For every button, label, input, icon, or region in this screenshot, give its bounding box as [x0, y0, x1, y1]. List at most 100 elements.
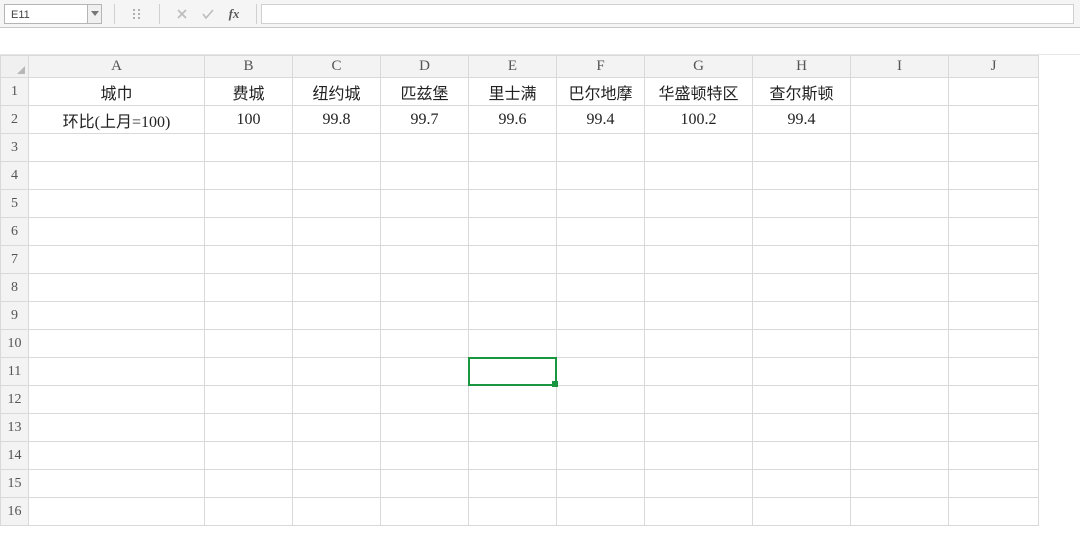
row-header-11[interactable]: 11 [1, 358, 29, 386]
column-header-E[interactable]: E [469, 56, 557, 78]
cell-E1[interactable]: 里士满 [469, 78, 557, 106]
row-header-1[interactable]: 1 [1, 78, 29, 106]
cell-J6[interactable] [949, 218, 1039, 246]
cell-A15[interactable] [29, 470, 205, 498]
row-header-4[interactable]: 4 [1, 162, 29, 190]
cell-H8[interactable] [753, 274, 851, 302]
cell-D12[interactable] [381, 386, 469, 414]
cell-I1[interactable] [851, 78, 949, 106]
cell-G4[interactable] [645, 162, 753, 190]
row-header-3[interactable]: 3 [1, 134, 29, 162]
cell-F14[interactable] [557, 442, 645, 470]
cell-D6[interactable] [381, 218, 469, 246]
row-header-13[interactable]: 13 [1, 414, 29, 442]
cell-A6[interactable] [29, 218, 205, 246]
cell-B9[interactable] [205, 302, 293, 330]
cell-F5[interactable] [557, 190, 645, 218]
cell-J4[interactable] [949, 162, 1039, 190]
cell-A7[interactable] [29, 246, 205, 274]
cell-G8[interactable] [645, 274, 753, 302]
cell-A3[interactable] [29, 134, 205, 162]
row-header-7[interactable]: 7 [1, 246, 29, 274]
row-header-6[interactable]: 6 [1, 218, 29, 246]
cell-B3[interactable] [205, 134, 293, 162]
cell-J15[interactable] [949, 470, 1039, 498]
cell-J2[interactable] [949, 106, 1039, 134]
cell-H5[interactable] [753, 190, 851, 218]
cell-E2[interactable]: 99.6 [469, 106, 557, 134]
cell-I5[interactable] [851, 190, 949, 218]
cell-I6[interactable] [851, 218, 949, 246]
cell-E13[interactable] [469, 414, 557, 442]
cell-G12[interactable] [645, 386, 753, 414]
cell-B14[interactable] [205, 442, 293, 470]
cell-G7[interactable] [645, 246, 753, 274]
cell-B4[interactable] [205, 162, 293, 190]
cell-G16[interactable] [645, 498, 753, 526]
cell-A10[interactable] [29, 330, 205, 358]
cell-H1[interactable]: 查尔斯顿 [753, 78, 851, 106]
cell-C8[interactable] [293, 274, 381, 302]
cell-A4[interactable] [29, 162, 205, 190]
cell-F8[interactable] [557, 274, 645, 302]
name-box[interactable]: E11 [4, 4, 88, 24]
name-box-dropdown[interactable] [88, 4, 102, 24]
cell-H4[interactable] [753, 162, 851, 190]
cell-F15[interactable] [557, 470, 645, 498]
cell-D15[interactable] [381, 470, 469, 498]
cell-B5[interactable] [205, 190, 293, 218]
dots-icon[interactable] [129, 6, 145, 22]
cell-E6[interactable] [469, 218, 557, 246]
cell-I3[interactable] [851, 134, 949, 162]
cell-C13[interactable] [293, 414, 381, 442]
cell-C1[interactable]: 纽约城 [293, 78, 381, 106]
cell-I9[interactable] [851, 302, 949, 330]
cell-G1[interactable]: 华盛顿特区 [645, 78, 753, 106]
cell-D9[interactable] [381, 302, 469, 330]
cell-C9[interactable] [293, 302, 381, 330]
cell-J11[interactable] [949, 358, 1039, 386]
cell-A1[interactable]: 城巾 [29, 78, 205, 106]
cell-H14[interactable] [753, 442, 851, 470]
cell-G5[interactable] [645, 190, 753, 218]
cell-C16[interactable] [293, 498, 381, 526]
cell-H12[interactable] [753, 386, 851, 414]
row-header-15[interactable]: 15 [1, 470, 29, 498]
fx-icon[interactable]: fx [226, 6, 242, 22]
cell-E10[interactable] [469, 330, 557, 358]
cell-B2[interactable]: 100 [205, 106, 293, 134]
cell-I2[interactable] [851, 106, 949, 134]
cell-H13[interactable] [753, 414, 851, 442]
cell-J16[interactable] [949, 498, 1039, 526]
cell-C3[interactable] [293, 134, 381, 162]
cell-B8[interactable] [205, 274, 293, 302]
cell-I15[interactable] [851, 470, 949, 498]
cell-C5[interactable] [293, 190, 381, 218]
cell-C7[interactable] [293, 246, 381, 274]
cell-I16[interactable] [851, 498, 949, 526]
cell-F11[interactable] [557, 358, 645, 386]
cell-F13[interactable] [557, 414, 645, 442]
cell-F2[interactable]: 99.4 [557, 106, 645, 134]
cell-I10[interactable] [851, 330, 949, 358]
cell-D2[interactable]: 99.7 [381, 106, 469, 134]
row-header-12[interactable]: 12 [1, 386, 29, 414]
column-header-F[interactable]: F [557, 56, 645, 78]
cell-H7[interactable] [753, 246, 851, 274]
cell-D5[interactable] [381, 190, 469, 218]
cell-G11[interactable] [645, 358, 753, 386]
cell-F3[interactable] [557, 134, 645, 162]
cell-A9[interactable] [29, 302, 205, 330]
cell-H16[interactable] [753, 498, 851, 526]
cell-C2[interactable]: 99.8 [293, 106, 381, 134]
cell-I11[interactable] [851, 358, 949, 386]
cell-D8[interactable] [381, 274, 469, 302]
cell-F4[interactable] [557, 162, 645, 190]
column-header-H[interactable]: H [753, 56, 851, 78]
cell-A13[interactable] [29, 414, 205, 442]
cell-E8[interactable] [469, 274, 557, 302]
cell-H11[interactable] [753, 358, 851, 386]
formula-input[interactable] [261, 4, 1074, 24]
cell-E16[interactable] [469, 498, 557, 526]
cell-B13[interactable] [205, 414, 293, 442]
